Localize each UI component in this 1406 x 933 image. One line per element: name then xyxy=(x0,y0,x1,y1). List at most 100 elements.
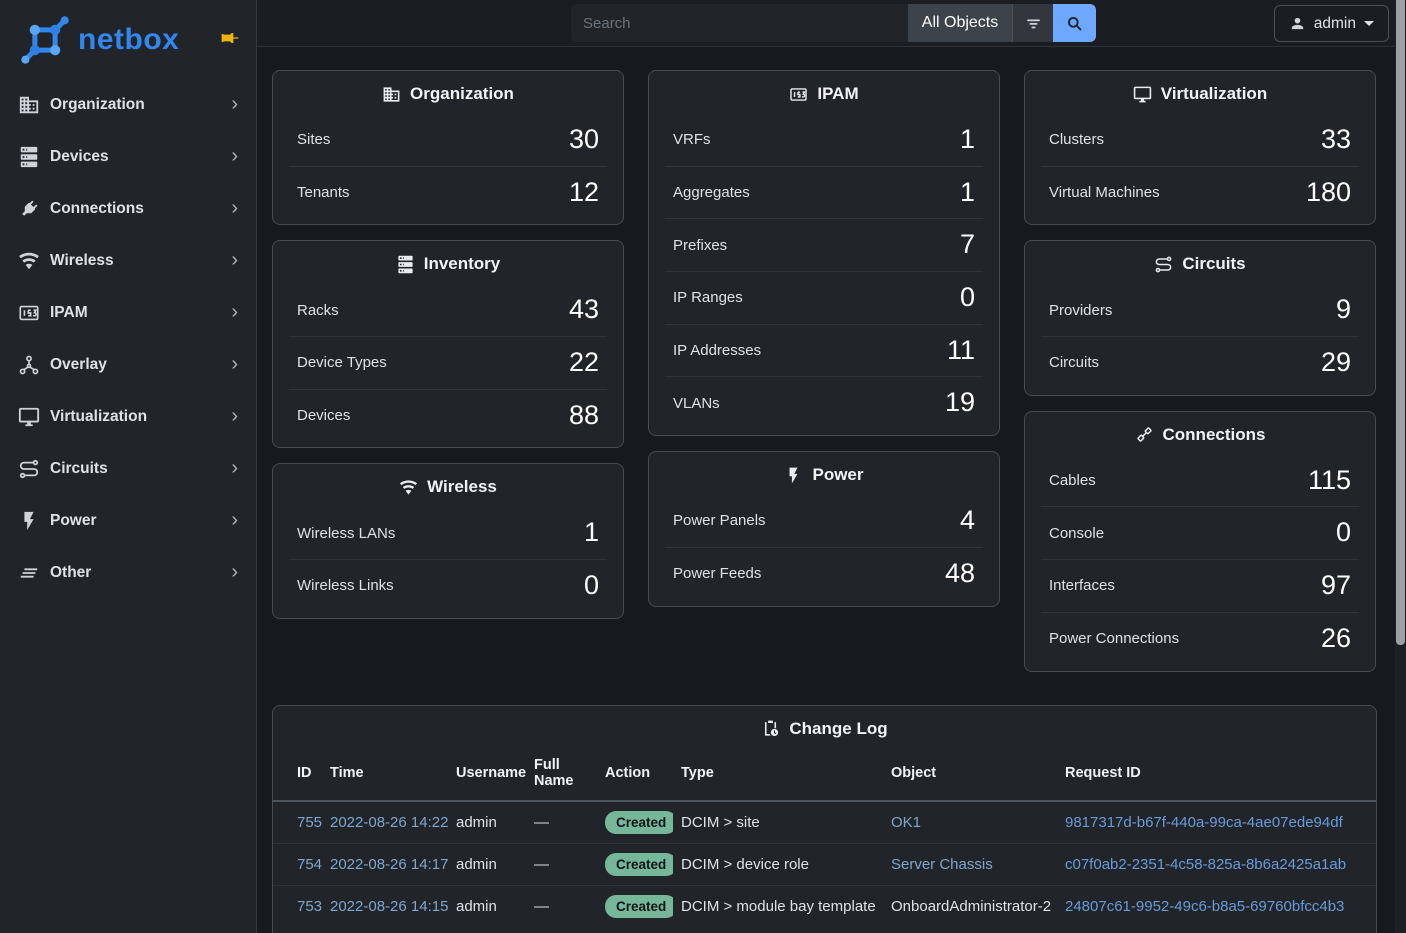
sidebar-item-devices[interactable]: Devices › xyxy=(0,131,256,183)
stat-value[interactable]: 1 xyxy=(960,125,975,155)
search-input[interactable] xyxy=(571,4,908,42)
stat-label: Cables xyxy=(1049,472,1096,489)
stat-label: Wireless Links xyxy=(297,577,394,594)
card-title-text: Change Log xyxy=(789,719,887,739)
stat-row: IP Addresses11 xyxy=(665,325,983,378)
brand-wordmark: netbox xyxy=(78,23,179,57)
stat-label: Wireless LANs xyxy=(297,525,395,542)
request-id-link[interactable]: 9817317d-b67f-440a-99ca-4ae07ede94df xyxy=(1065,814,1343,831)
change-fullname: — xyxy=(526,801,597,844)
change-object-link[interactable]: Server Chassis xyxy=(891,856,993,873)
stat-value[interactable]: 12 xyxy=(569,178,599,208)
netbox-logo-icon xyxy=(18,13,72,67)
sidebar-item-power[interactable]: Power › xyxy=(0,495,256,547)
stat-value[interactable]: 30 xyxy=(569,125,599,155)
sidebar-item-overlay[interactable]: Overlay › xyxy=(0,339,256,391)
search-icon xyxy=(1065,14,1084,33)
sidebar-item-label: Other xyxy=(50,564,231,582)
stat-row: Console 0 xyxy=(1041,507,1359,560)
sidebar-item-connections[interactable]: Connections › xyxy=(0,183,256,235)
stat-row: VLANs 19 xyxy=(665,377,983,429)
sidebar-item-label: Virtualization xyxy=(50,408,231,426)
dashboard-column-2: IPAM VRFs1 Aggregates1 Prefixes7 IP Rang… xyxy=(648,70,1000,607)
stat-value[interactable]: 7 xyxy=(960,230,975,260)
sidebar-item-label: Organization xyxy=(50,96,231,114)
scrollbar-thumb[interactable] xyxy=(1396,0,1405,645)
change-time-link[interactable]: 2022-08-26 14:22 xyxy=(330,814,448,831)
stat-label: Circuits xyxy=(1049,354,1099,371)
virtualization-card: Virtualization Clusters33 Virtual Machin… xyxy=(1024,70,1376,225)
stat-value[interactable]: 26 xyxy=(1321,624,1351,654)
chevron-right-icon: › xyxy=(231,562,238,585)
change-username: admin xyxy=(448,801,526,844)
user-name: admin xyxy=(1314,15,1356,33)
stat-value[interactable]: 4 xyxy=(960,506,975,536)
stat-label: VLANs xyxy=(673,395,720,412)
circuits-card: Circuits Providers9 Circuits29 xyxy=(1024,240,1376,395)
wireless-card: Wireless Wireless LANs 1 Wireless Links 0 xyxy=(272,463,624,618)
cable-icon xyxy=(1135,425,1154,444)
change-time-link[interactable]: 2022-08-26 14:17 xyxy=(330,856,448,873)
changelog-table: ID Time Username Full Name Action Type O… xyxy=(273,749,1376,927)
search-submit-button[interactable] xyxy=(1053,4,1096,42)
plug-icon xyxy=(17,197,41,221)
stat-value[interactable]: 115 xyxy=(1308,466,1351,496)
change-time-link[interactable]: 2022-08-26 14:15 xyxy=(330,898,448,915)
change-object: OnboardAdministrator-2 xyxy=(883,885,1057,927)
sidebar-item-wireless[interactable]: Wireless › xyxy=(0,235,256,287)
sidebar-item-other[interactable]: Other › xyxy=(0,547,256,599)
card-title-text: Circuits xyxy=(1182,254,1245,274)
stat-value[interactable]: 29 xyxy=(1321,348,1351,378)
sidebar-item-organization[interactable]: Organization › xyxy=(0,79,256,131)
logo[interactable]: netbox xyxy=(0,0,256,79)
user-menu-button[interactable]: admin xyxy=(1274,5,1389,42)
lightning-icon xyxy=(784,466,803,485)
search-filter-button[interactable] xyxy=(1012,4,1053,42)
sidebar-item-virtualization[interactable]: Virtualization › xyxy=(0,391,256,443)
stat-row: Virtual Machines180 xyxy=(1041,167,1359,219)
stat-value[interactable]: 19 xyxy=(945,388,975,418)
stat-value[interactable]: 0 xyxy=(960,283,975,313)
graph-icon xyxy=(17,353,41,377)
stat-value[interactable]: 22 xyxy=(569,348,599,378)
stat-value[interactable]: 88 xyxy=(569,401,599,431)
request-id-link[interactable]: c07f0ab2-2351-4c58-825a-8b6a2425a1ab xyxy=(1065,856,1346,873)
card-title-text: Wireless xyxy=(427,477,497,497)
stat-value[interactable]: 97 xyxy=(1321,571,1351,601)
sidebar-item-ipam[interactable]: IPAM › xyxy=(0,287,256,339)
main-area: All Objects admin Organization Sites30 T… xyxy=(257,0,1406,933)
counter-icon xyxy=(789,85,808,104)
stat-value[interactable]: 180 xyxy=(1306,178,1351,208)
stat-value[interactable]: 33 xyxy=(1321,125,1351,155)
stat-value[interactable]: 0 xyxy=(584,571,599,601)
stat-value[interactable]: 0 xyxy=(1336,518,1351,548)
stat-value[interactable]: 1 xyxy=(960,178,975,208)
change-id-link[interactable]: 753 xyxy=(297,898,322,915)
sidebar-item-label: Devices xyxy=(50,148,231,166)
change-id-link[interactable]: 754 xyxy=(297,856,322,873)
change-id-link[interactable]: 755 xyxy=(297,814,322,831)
dashboard: Organization Sites30 Tenants12 Inventory… xyxy=(257,47,1406,933)
change-fullname: — xyxy=(526,885,597,927)
pin-sidebar-icon[interactable] xyxy=(220,28,240,48)
stat-label: Console xyxy=(1049,525,1104,542)
request-id-link[interactable]: 24807c61-9952-49c6-b8a5-69760bfcc4b3 xyxy=(1065,898,1344,915)
stat-label: Interfaces xyxy=(1049,577,1115,594)
stat-value[interactable]: 11 xyxy=(947,336,975,366)
changelog-row: 753 2022-08-26 14:15 admin — Created DCI… xyxy=(273,885,1376,927)
search-scope-select[interactable]: All Objects xyxy=(908,4,1012,42)
stat-value[interactable]: 43 xyxy=(569,295,599,325)
wifi-icon xyxy=(399,478,418,497)
stat-value[interactable]: 1 xyxy=(584,518,599,548)
stat-value[interactable]: 48 xyxy=(945,559,975,589)
chevron-right-icon: › xyxy=(231,198,238,221)
stat-row: Cables 115 xyxy=(1041,455,1359,508)
transit-icon xyxy=(1154,255,1173,274)
stat-row: Devices88 xyxy=(289,390,607,442)
change-object-link[interactable]: OK1 xyxy=(891,814,921,831)
card-title-text: Organization xyxy=(410,84,514,104)
sidebar-item-label: Connections xyxy=(50,200,231,218)
stat-value[interactable]: 9 xyxy=(1336,295,1351,325)
sidebar-item-circuits[interactable]: Circuits › xyxy=(0,443,256,495)
stat-row: Power Connections26 xyxy=(1041,613,1359,665)
